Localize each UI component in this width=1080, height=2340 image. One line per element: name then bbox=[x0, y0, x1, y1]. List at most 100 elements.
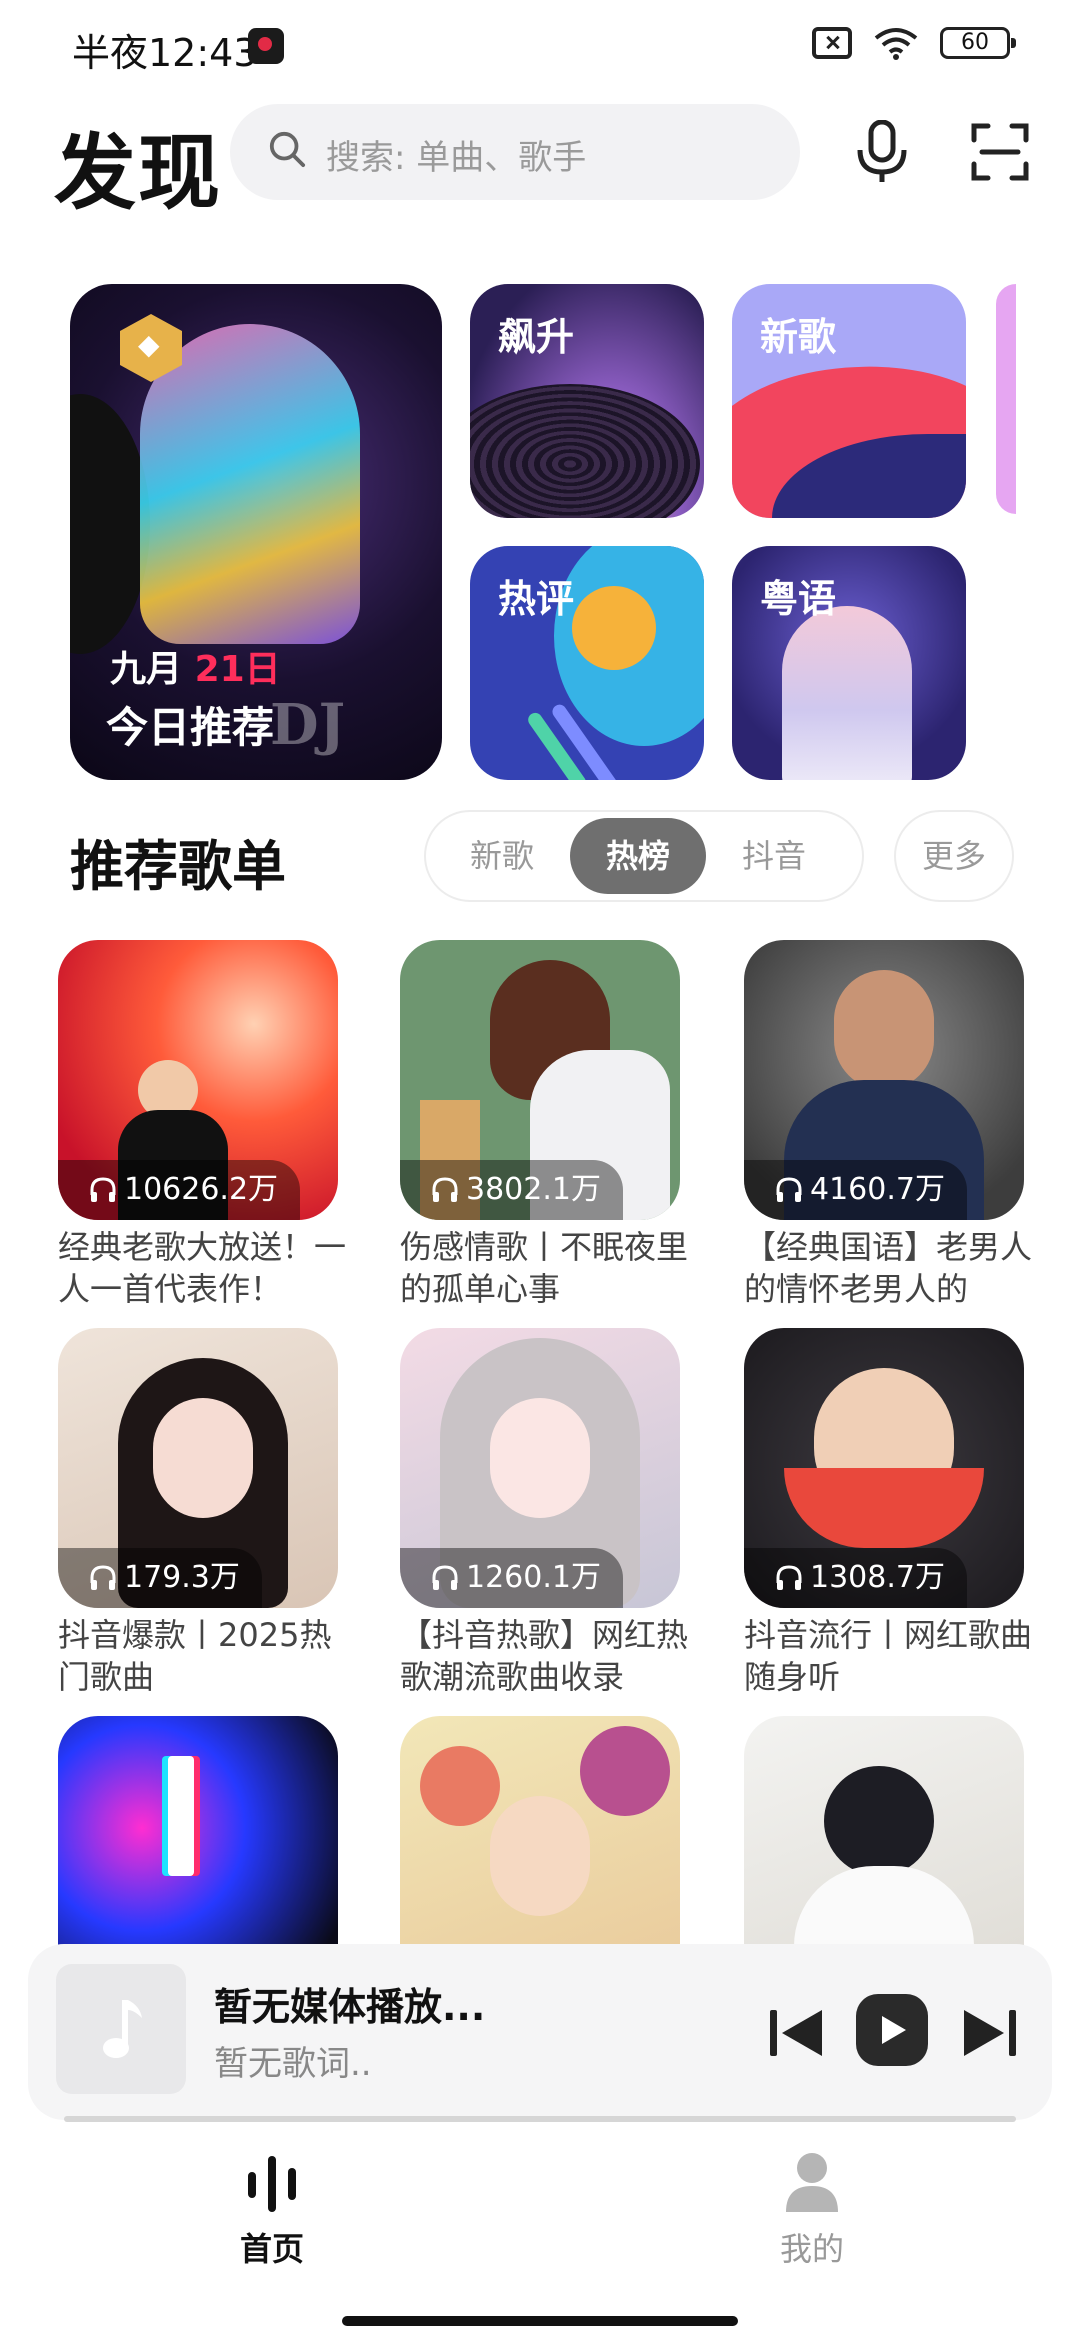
playlist-title: 抖音流行丨网红歌曲随身听 bbox=[744, 1616, 1033, 1696]
player-artwork bbox=[56, 1964, 186, 2094]
playlist-title: 抖音爆款丨2025热门歌曲 bbox=[58, 1616, 332, 1696]
wifi-icon bbox=[874, 28, 918, 60]
playlist-title: 经典老歌大放送！一人一首代表作！ bbox=[58, 1228, 347, 1308]
playlist-card[interactable]: 3802.1万 伤感情歌丨不眠夜里的孤单心事 bbox=[400, 940, 688, 1310]
daily-recommendation-label: 今日推荐 bbox=[106, 703, 275, 752]
headphone-icon bbox=[432, 1177, 458, 1202]
dj-watermark: DJ bbox=[270, 692, 346, 758]
tile-label: 飙升 bbox=[498, 315, 575, 359]
more-button[interactable]: 更多 bbox=[894, 810, 1014, 902]
recommendation-date: 九月 21日 bbox=[110, 640, 281, 692]
play-count: 3802.1万 bbox=[400, 1160, 623, 1220]
play-button[interactable] bbox=[856, 1994, 928, 2066]
playlist-cover: 1308.7万 bbox=[744, 1328, 1024, 1608]
play-count: 10626.2万 bbox=[58, 1160, 301, 1220]
tab-hot-chart[interactable]: 热榜 bbox=[570, 818, 706, 894]
play-count: 4160.7万 bbox=[744, 1160, 967, 1220]
search-placeholder: 搜索: 单曲、歌手 bbox=[326, 138, 587, 178]
microphone-icon[interactable] bbox=[852, 120, 912, 184]
playback-progress-bar[interactable] bbox=[64, 2116, 1016, 2122]
chart-tile-hot-comments[interactable]: 热评 bbox=[470, 546, 704, 780]
page-title: 发现 bbox=[54, 126, 223, 221]
playlist-cover: 3802.1万 bbox=[400, 940, 680, 1220]
playlist-card[interactable]: 10626.2万 经典老歌大放送！一人一首代表作！ bbox=[58, 940, 346, 1310]
nav-home-label: 首页 bbox=[239, 2230, 304, 2268]
nav-mine-label: 我的 bbox=[779, 2230, 844, 2268]
player-title: 暂无媒体播放... bbox=[214, 1985, 486, 2029]
tab-new-songs[interactable]: 新歌 bbox=[434, 818, 570, 894]
user-profile-icon bbox=[786, 2153, 838, 2212]
play-count-value: 10626.2万 bbox=[124, 1172, 279, 1207]
play-count: 179.3万 bbox=[58, 1548, 262, 1608]
search-input[interactable]: 搜索: 单曲、歌手 bbox=[230, 104, 800, 200]
home-indicator[interactable] bbox=[342, 2316, 738, 2326]
headphone-icon bbox=[90, 1177, 116, 1202]
cover-face bbox=[834, 970, 934, 1090]
no-sim-icon bbox=[812, 27, 852, 59]
cover-hair bbox=[824, 1766, 934, 1876]
search-icon bbox=[269, 131, 306, 168]
playlist-title: 伤感情歌丨不眠夜里的孤单心事 bbox=[400, 1228, 689, 1308]
status-bar: 半夜12:43 60 bbox=[0, 0, 1080, 96]
chart-tile-cantonese[interactable]: 粤语 bbox=[732, 546, 966, 780]
chart-tile-new-songs[interactable]: 新歌 bbox=[732, 284, 966, 518]
play-count-value: 1260.1万 bbox=[466, 1560, 601, 1595]
previous-track-icon[interactable] bbox=[768, 2008, 824, 2058]
home-sound-wave-icon bbox=[248, 2156, 296, 2212]
turntable-image bbox=[470, 384, 700, 518]
playlist-card[interactable]: 1308.7万 抖音流行丨网红歌曲随身听 bbox=[744, 1328, 1032, 1698]
status-icons: 60 bbox=[812, 26, 1016, 60]
playlist-cover: 179.3万 bbox=[58, 1328, 338, 1608]
cover-watermelon bbox=[784, 1468, 984, 1548]
chart-tile-partial[interactable] bbox=[996, 284, 1016, 514]
dj-artwork bbox=[140, 324, 360, 644]
header: 发现 搜索: 单曲、歌手 bbox=[0, 100, 1080, 221]
status-time: 半夜12:43 bbox=[72, 31, 258, 75]
play-count: 1308.7万 bbox=[744, 1548, 967, 1608]
playlist-card[interactable]: 1260.1万 【抖音热歌】网红热歌潮流歌曲收录 bbox=[400, 1328, 688, 1698]
music-note-icon bbox=[103, 2000, 142, 2058]
singer-artwork bbox=[782, 606, 912, 780]
cover-flower bbox=[580, 1726, 670, 1816]
section-title: 推荐歌单 bbox=[70, 835, 286, 898]
mini-player[interactable]: 暂无媒体播放... 暂无歌词.. bbox=[28, 1944, 1052, 2120]
cover-flower bbox=[420, 1746, 500, 1826]
playlist-card[interactable]: 4160.7万 【经典国语】老男人的情怀老男人的 bbox=[744, 940, 1032, 1310]
cover-face bbox=[490, 1796, 590, 1916]
headphone-icon bbox=[432, 1565, 458, 1590]
play-count-value: 1308.7万 bbox=[810, 1560, 945, 1595]
tile-label: 粤语 bbox=[760, 577, 837, 621]
playlist-tabs: 新歌 热榜 抖音 bbox=[424, 810, 864, 902]
abstract-circle bbox=[572, 586, 656, 670]
tab-douyin[interactable]: 抖音 bbox=[706, 818, 842, 894]
daily-recommendation-card[interactable]: 九月 21日 今日推荐 DJ bbox=[70, 284, 442, 780]
player-lyric: 暂无歌词.. bbox=[214, 2044, 372, 2084]
playlist-card[interactable]: 179.3万 抖音爆款丨2025热门歌曲 bbox=[58, 1328, 338, 1698]
headphone-icon bbox=[90, 1565, 116, 1590]
play-count-value: 179.3万 bbox=[124, 1560, 240, 1595]
play-count-value: 3802.1万 bbox=[466, 1172, 601, 1207]
battery-indicator: 60 bbox=[940, 27, 1016, 59]
vinyl-record-image bbox=[70, 394, 150, 654]
tile-label: 新歌 bbox=[760, 315, 837, 359]
chart-tile-rising[interactable]: 飙升 bbox=[470, 284, 704, 518]
playlist-cover: 4160.7万 bbox=[744, 940, 1024, 1220]
play-count-value: 4160.7万 bbox=[810, 1172, 945, 1207]
nav-mine[interactable]: 我的 bbox=[712, 2150, 912, 2270]
next-track-icon[interactable] bbox=[962, 2008, 1018, 2058]
play-icon bbox=[882, 2016, 906, 2044]
headphone-icon bbox=[776, 1177, 802, 1202]
playlist-title: 【经典国语】老男人的情怀老男人的 bbox=[744, 1228, 1033, 1308]
scan-icon[interactable] bbox=[970, 122, 1030, 182]
headphone-icon bbox=[776, 1565, 802, 1590]
date-month: 九月 bbox=[110, 649, 183, 690]
nav-home[interactable]: 首页 bbox=[172, 2150, 372, 2270]
playlist-cover: 1260.1万 bbox=[400, 1328, 680, 1608]
playlist-title: 【抖音热歌】网红热歌潮流歌曲收录 bbox=[400, 1616, 689, 1696]
tiktok-logo-icon bbox=[168, 1756, 194, 1876]
music-app-notification-icon bbox=[248, 28, 284, 64]
playlist-cover: 10626.2万 bbox=[58, 940, 338, 1220]
date-day: 21日 bbox=[194, 649, 281, 690]
play-count: 1260.1万 bbox=[400, 1548, 623, 1608]
cover-face bbox=[153, 1398, 253, 1518]
